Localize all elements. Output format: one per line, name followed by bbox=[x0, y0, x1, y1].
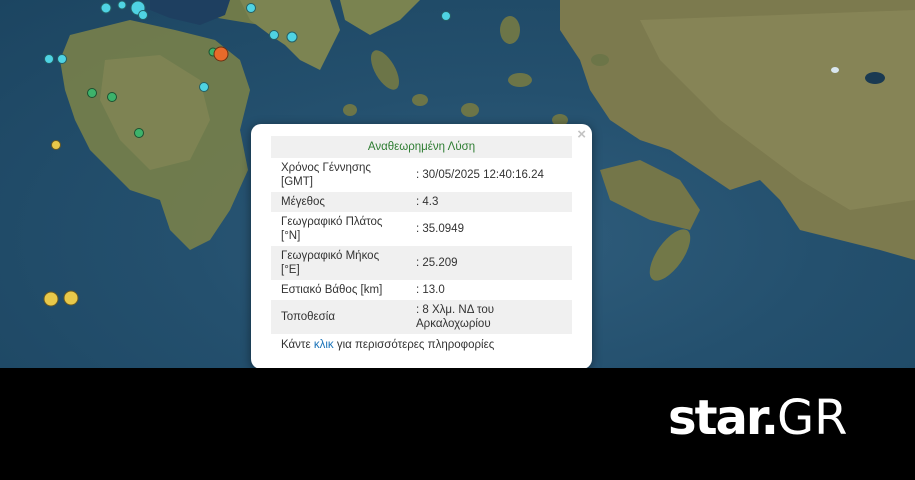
earthquake-marker[interactable] bbox=[43, 291, 59, 307]
earthquake-marker[interactable] bbox=[286, 31, 298, 43]
more-info-link[interactable]: κλικ bbox=[314, 339, 334, 351]
earthquake-marker[interactable] bbox=[57, 54, 67, 64]
row-label: Τοποθεσία bbox=[271, 300, 406, 334]
table-row: Γεωγραφικό Πλάτος [°N] : 35.0949 bbox=[271, 212, 572, 246]
close-icon[interactable]: × bbox=[577, 127, 586, 143]
table-row: Γεωγραφικό Μήκος [°E] : 25.209 bbox=[271, 246, 572, 280]
earthquake-marker[interactable] bbox=[213, 46, 229, 62]
table-row: Μέγεθος : 4.3 bbox=[271, 192, 572, 212]
row-value: : 35.0949 bbox=[406, 212, 572, 246]
earthquake-marker[interactable] bbox=[107, 92, 117, 102]
logo-main: star. bbox=[668, 390, 779, 446]
more-info-prefix: Κάντε bbox=[281, 339, 311, 351]
logo-suffix: GR bbox=[776, 390, 848, 446]
popup-title: Αναθεωρημένη Λύση bbox=[271, 136, 572, 158]
earthquake-marker[interactable] bbox=[51, 140, 61, 150]
earthquake-marker[interactable] bbox=[246, 3, 256, 13]
star-gr-logo: star.GR bbox=[668, 388, 848, 448]
earthquake-marker[interactable] bbox=[441, 11, 451, 21]
earthquake-marker[interactable] bbox=[100, 2, 112, 14]
earthquake-marker[interactable] bbox=[117, 0, 127, 10]
table-row: Χρόνος Γέννησης [GMT] : 30/05/2025 12:40… bbox=[271, 158, 572, 192]
row-label: Εστιακό Βάθος [km] bbox=[271, 280, 406, 300]
row-label: Χρόνος Γέννησης [GMT] bbox=[271, 158, 406, 192]
earthquake-marker[interactable] bbox=[44, 54, 54, 64]
row-label: Μέγεθος bbox=[271, 192, 406, 212]
more-info-suffix: για περισσότερες πληροφορίες bbox=[336, 339, 495, 351]
earthquake-marker[interactable] bbox=[199, 82, 209, 92]
earthquake-marker[interactable] bbox=[138, 10, 148, 20]
row-label: Γεωγραφικό Μήκος [°E] bbox=[271, 246, 406, 280]
more-info-text: Κάντε κλικ για περισσότερες πληροφορίες bbox=[271, 339, 572, 351]
row-value: : 8 Χλμ. ΝΔ του Αρκαλοχωρίου bbox=[406, 300, 572, 334]
earthquake-marker[interactable] bbox=[269, 30, 279, 40]
row-label: Γεωγραφικό Πλάτος [°N] bbox=[271, 212, 406, 246]
earthquake-info-popup: × Αναθεωρημένη Λύση Χρόνος Γέννησης [GMT… bbox=[251, 124, 592, 369]
table-row: Εστιακό Βάθος [km] : 13.0 bbox=[271, 280, 572, 300]
earthquake-details-table: Αναθεωρημένη Λύση Χρόνος Γέννησης [GMT] … bbox=[271, 136, 572, 334]
table-row: Τοποθεσία : 8 Χλμ. ΝΔ του Αρκαλοχωρίου bbox=[271, 300, 572, 334]
row-value: : 4.3 bbox=[406, 192, 572, 212]
earthquake-marker[interactable] bbox=[87, 88, 97, 98]
earthquake-marker[interactable] bbox=[63, 290, 79, 306]
earthquake-marker[interactable] bbox=[134, 128, 144, 138]
row-value: : 30/05/2025 12:40:16.24 bbox=[406, 158, 572, 192]
row-value: : 13.0 bbox=[406, 280, 572, 300]
table-header-row: Αναθεωρημένη Λύση bbox=[271, 136, 572, 158]
row-value: : 25.209 bbox=[406, 246, 572, 280]
